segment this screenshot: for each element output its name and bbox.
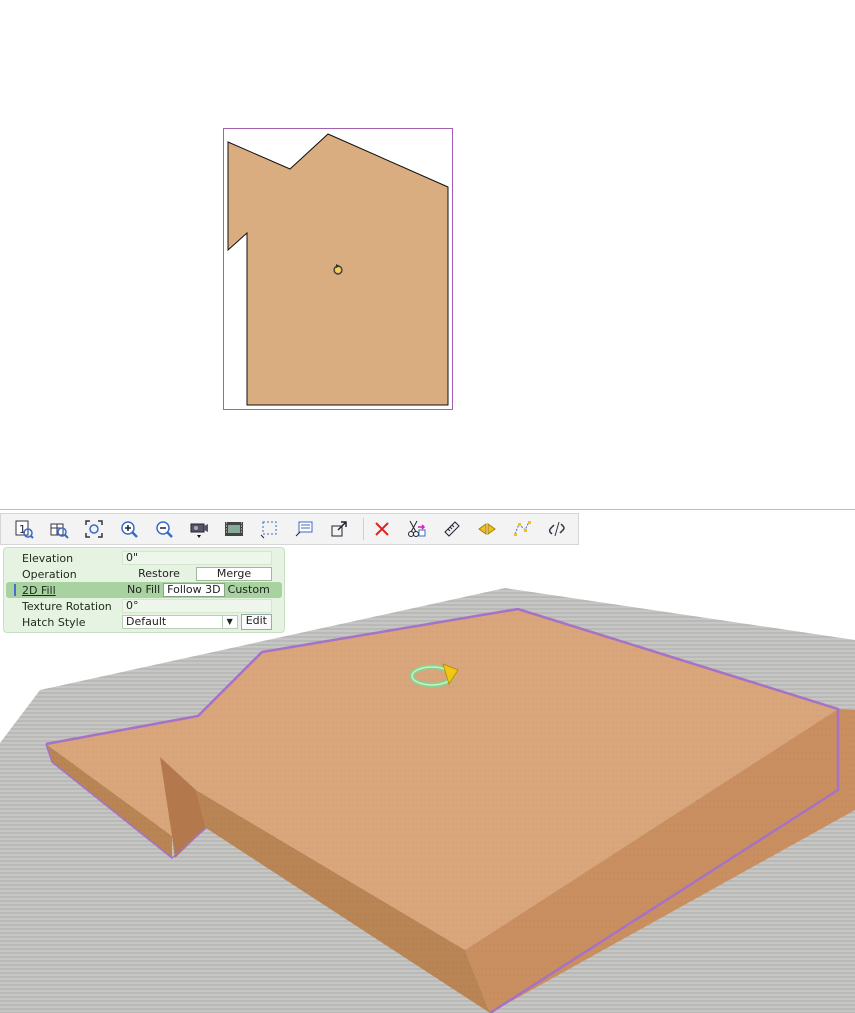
plan-canvas[interactable]	[0, 0, 855, 509]
edit-points-icon	[514, 521, 532, 536]
delete-icon	[375, 522, 390, 536]
zoom-in-icon	[120, 521, 138, 538]
plan-view[interactable]	[0, 0, 855, 509]
zoom-1to1-button[interactable]: 1	[9, 515, 38, 543]
properties-icon	[295, 521, 312, 537]
fill-option-no-fill[interactable]: No Fill	[124, 583, 163, 597]
operation-option-restore[interactable]: Restore	[122, 567, 196, 581]
move-to-button[interactable]	[324, 515, 353, 543]
hatch-style-label: Hatch Style	[22, 615, 86, 629]
measure-button[interactable]	[438, 515, 467, 543]
elevation-label: Elevation	[22, 551, 74, 565]
properties-panel: Elevation 0" Operation Restore Merge 2D …	[3, 547, 285, 633]
fill-option-custom[interactable]: Custom	[225, 583, 273, 597]
properties-button[interactable]	[289, 515, 318, 543]
fill-2d-selector: No Fill Follow 3D Custom	[124, 583, 273, 597]
hatch-style-control: Default ▼ Edit	[122, 614, 272, 630]
delete-button[interactable]	[368, 515, 397, 543]
toolbar: 1	[0, 513, 579, 545]
zoom-in-button[interactable]	[114, 515, 143, 543]
unlink-button[interactable]	[543, 515, 572, 543]
film-button[interactable]	[219, 515, 248, 543]
measure-icon	[444, 521, 461, 537]
cut-copy-icon	[408, 520, 426, 537]
unlink-icon	[549, 521, 566, 537]
operation-option-merge[interactable]: Merge	[196, 567, 272, 581]
texture-rotation-field[interactable]: 0°	[122, 599, 272, 613]
hatch-style-row: Hatch Style Default ▼ Edit	[4, 614, 284, 630]
fill-option-follow-3d[interactable]: Follow 3D	[163, 583, 225, 597]
select-region-icon	[260, 521, 276, 539]
texture-rotation-label: Texture Rotation	[22, 599, 112, 613]
film-icon	[224, 522, 243, 536]
edit-points-button[interactable]	[508, 515, 537, 543]
chevron-down-icon[interactable]: ▼	[221, 616, 237, 628]
hatch-edit-button[interactable]: Edit	[240, 614, 272, 630]
cut-copy-button[interactable]	[403, 515, 432, 543]
hatch-style-select[interactable]: Default ▼	[122, 615, 238, 629]
zoom-out-button[interactable]	[149, 515, 178, 543]
camera-button[interactable]	[184, 515, 213, 543]
zoom-to-selection-icon	[50, 523, 69, 539]
fill-2d-row: 2D Fill No Fill Follow 3D Custom	[6, 582, 282, 598]
hatch-style-value: Default	[126, 615, 167, 628]
flip-button[interactable]	[473, 515, 502, 543]
elevation-field[interactable]: 0"	[122, 551, 272, 565]
zoom-to-selection-button[interactable]	[44, 515, 73, 543]
operation-label: Operation	[22, 567, 77, 581]
fill-2d-label[interactable]: 2D Fill	[6, 584, 124, 597]
flip-icon	[478, 523, 497, 535]
zoom-1to1-icon: 1	[15, 520, 34, 539]
move-to-icon	[331, 521, 347, 537]
elevation-row: Elevation 0"	[4, 550, 284, 566]
camera-icon	[190, 523, 208, 538]
toolbar-separator	[363, 518, 364, 540]
select-region-button[interactable]	[254, 515, 283, 543]
texture-rotation-row: Texture Rotation 0°	[4, 598, 284, 614]
operation-selector: Restore Merge	[122, 567, 272, 581]
active-row-marker	[14, 584, 16, 596]
zoom-out-icon	[155, 521, 173, 538]
zoom-extents-icon	[84, 520, 103, 538]
zoom-extents-button[interactable]	[79, 515, 108, 543]
operation-row: Operation Restore Merge	[4, 566, 284, 582]
